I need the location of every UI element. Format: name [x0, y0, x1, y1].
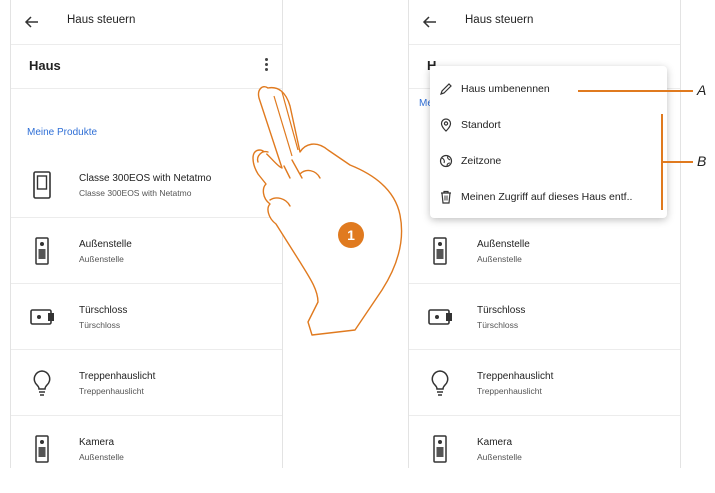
step-number-badge: 1 [338, 222, 364, 248]
pointing-hand-illustration [252, 86, 403, 336]
callout-line-b [661, 161, 693, 163]
callout-line-a [578, 90, 693, 92]
callout-label-b: B [697, 153, 707, 169]
callout-label-a: A [697, 82, 707, 98]
